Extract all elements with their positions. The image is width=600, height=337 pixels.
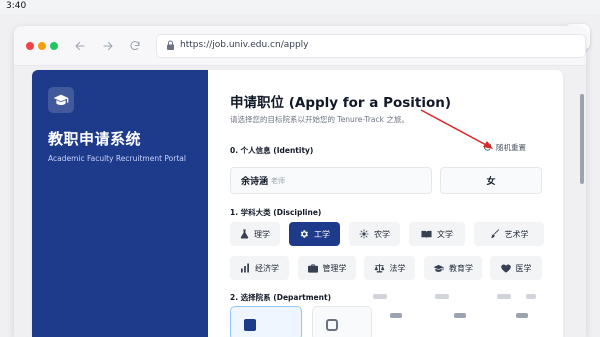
scrollbar-thumb[interactable]	[580, 94, 584, 184]
page-title: 申请职位 (Apply for a Position)	[230, 95, 452, 111]
page-viewport: 教职申请系统 Academic Faculty Recruitment Port…	[14, 66, 586, 337]
discipline-chip-engineering[interactable]: 工学	[289, 222, 340, 246]
sun-icon	[359, 229, 369, 239]
gender-value: 女	[486, 177, 496, 187]
discipline-section-label: 1. 学科大类 (Discipline)	[230, 208, 322, 217]
briefcase-icon	[307, 263, 318, 273]
discipline-label: 理学	[254, 229, 270, 239]
window-minimize-dot[interactable]	[38, 42, 46, 50]
arrow-left-icon	[75, 42, 85, 50]
name-title-tag: 老师	[271, 176, 286, 185]
page-description: 请选择您的目标院系以开始您的 Tenure-Track 之旅。	[230, 115, 409, 124]
applicant-name: 余诗涵	[241, 177, 269, 187]
discipline-label: 管理学	[322, 263, 347, 273]
identity-section-label: 0. 个人信息 (Identity)	[230, 146, 314, 155]
app-subtitle: Academic Faculty Recruitment Portal	[48, 154, 186, 163]
department-thumbnail	[526, 294, 536, 299]
discipline-label: 工学	[314, 229, 330, 239]
discipline-chip-management[interactable]: 管理学	[298, 256, 356, 280]
scale-icon	[374, 263, 384, 273]
department-thumbnail	[373, 294, 387, 299]
forward-button[interactable]	[100, 38, 116, 54]
sidebar: 教职申请系统 Academic Faculty Recruitment Port…	[32, 70, 208, 337]
refresh-icon	[484, 143, 491, 151]
discipline-label: 教育学	[449, 263, 473, 273]
department-thumbnail	[454, 313, 466, 318]
discipline-label: 法学	[389, 263, 406, 273]
discipline-chip-agriculture[interactable]: 农学	[349, 222, 400, 246]
graduation-cap-icon	[433, 264, 444, 272]
discipline-chip-arts[interactable]: 艺术学	[474, 222, 544, 246]
name-field[interactable]: 余诗涵 老师	[230, 167, 432, 194]
discipline-chip-medicine[interactable]: 医学	[490, 256, 542, 280]
discipline-label: 医学	[515, 263, 532, 273]
discipline-chip-education[interactable]: 教育学	[424, 256, 482, 280]
department-thumbnail	[435, 294, 449, 299]
graduation-cap-icon	[53, 94, 69, 105]
department-thumbnail	[516, 313, 528, 318]
application-card: 教职申请系统 Academic Faculty Recruitment Port…	[32, 70, 563, 337]
department-card[interactable]	[384, 310, 408, 322]
reload-button[interactable]	[127, 38, 143, 54]
gender-field[interactable]: 女	[440, 167, 542, 194]
discipline-chip-science[interactable]: 理学	[230, 222, 280, 246]
window-close-dot[interactable]	[26, 42, 34, 50]
department-icon	[326, 319, 338, 331]
book-icon	[421, 230, 432, 238]
brush-icon	[490, 229, 499, 238]
status-bar: 3:40	[0, 0, 600, 14]
browser-toolbar: https://job.univ.edu.cn/apply	[14, 26, 586, 66]
main-panel: 申请职位 (Apply for a Position) 请选择您的目标院系以开始…	[208, 70, 563, 337]
department-icon	[244, 319, 256, 331]
flask-icon	[240, 229, 249, 239]
refresh-icon	[130, 41, 140, 51]
reset-label: 随机重置	[496, 143, 526, 152]
department-thumbnail	[390, 313, 402, 318]
lock-icon	[167, 40, 174, 50]
app-title: 教职申请系统	[48, 130, 142, 148]
bar-chart-icon	[241, 263, 249, 273]
url-text: https://job.univ.edu.cn/apply	[180, 40, 309, 50]
discipline-chip-literature[interactable]: 文学	[409, 222, 465, 246]
logo-badge	[48, 87, 74, 113]
department-card[interactable]	[510, 310, 534, 322]
random-reset-button[interactable]: 随机重置	[483, 142, 526, 153]
department-section-label: 2. 选择院系 (Department)	[230, 293, 331, 302]
department-card-selected[interactable]	[230, 306, 302, 337]
discipline-label: 经济学	[255, 263, 279, 273]
arrow-right-icon	[103, 42, 113, 50]
browser-window: https://job.univ.edu.cn/apply 教职申请系统 Aca…	[14, 26, 586, 337]
back-button[interactable]	[72, 38, 88, 54]
status-time: 3:40	[6, 1, 27, 11]
department-card[interactable]	[448, 310, 472, 322]
discipline-chip-law[interactable]: 法学	[364, 256, 415, 280]
gear-icon	[300, 230, 308, 238]
department-thumbnail	[497, 294, 511, 299]
discipline-chip-economics[interactable]: 经济学	[230, 256, 289, 280]
heart-icon	[500, 263, 511, 273]
discipline-label: 文学	[437, 229, 453, 239]
window-maximize-dot[interactable]	[50, 42, 58, 50]
address-bar[interactable]: https://job.univ.edu.cn/apply	[156, 34, 586, 58]
discipline-label: 农学	[374, 229, 390, 239]
discipline-label: 艺术学	[504, 229, 529, 239]
department-card[interactable]	[312, 306, 372, 337]
